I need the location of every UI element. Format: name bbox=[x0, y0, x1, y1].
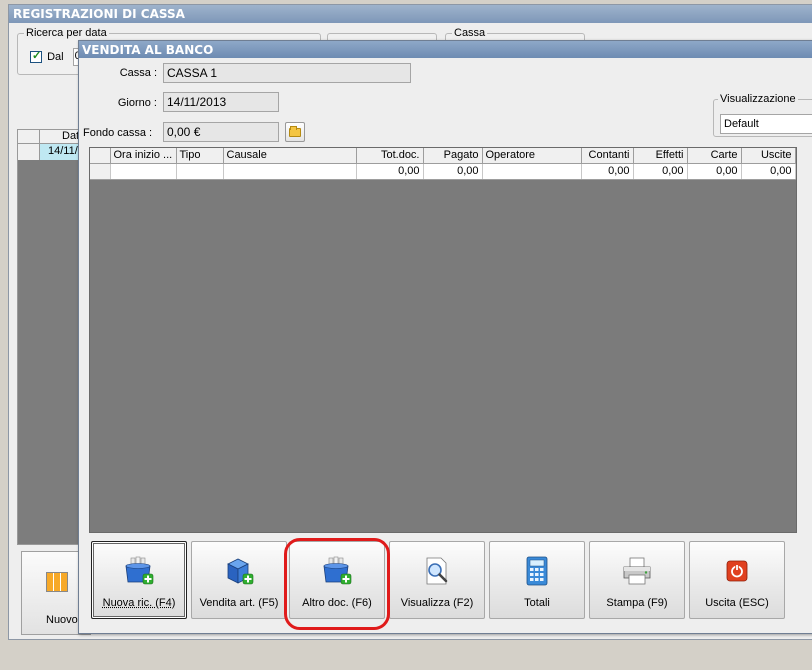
registrations-grid[interactable]: Ora inizio ... Tipo Causale Tot.doc. Pag… bbox=[89, 147, 797, 533]
table-cell[interactable]: 0,00 bbox=[581, 163, 634, 180]
visualizzazione-group: Visualizzazione Default bbox=[713, 93, 812, 137]
from-date-label: Dal bbox=[47, 50, 64, 63]
table-cell[interactable]: 0,00 bbox=[423, 163, 483, 180]
table-row[interactable]: 0,00 0,00 0,00 0,00 0,00 0,00 bbox=[90, 163, 796, 180]
vendita-window: VENDITA AL BANCO Cassa : CASSA 1 Giorno … bbox=[78, 40, 812, 634]
background-grid-header: Dat bbox=[62, 130, 80, 142]
cube-add-icon bbox=[227, 558, 254, 585]
table-cell[interactable]: 0,00 bbox=[356, 163, 424, 180]
column-header[interactable]: Pagato bbox=[423, 148, 483, 164]
table-cell[interactable] bbox=[176, 163, 224, 180]
column-header[interactable]: Effetti bbox=[633, 148, 688, 164]
power-exit-icon bbox=[726, 560, 748, 582]
column-header[interactable]: Contanti bbox=[581, 148, 634, 164]
table-cell[interactable]: 0,00 bbox=[687, 163, 742, 180]
column-header[interactable]: Tot.doc. bbox=[356, 148, 424, 164]
background-grid[interactable]: Dat 14/11/ bbox=[17, 129, 87, 545]
action-toolbar: Nuova ric. (F4) Vendita art. (F5) Altro … bbox=[89, 541, 809, 621]
magnifier-document-icon bbox=[426, 557, 448, 585]
date-search-label: Ricerca per data bbox=[24, 27, 109, 39]
column-header[interactable]: Tipo bbox=[176, 148, 224, 164]
background-window-title: REGISTRAZIONI DI CASSA bbox=[9, 5, 812, 23]
uscita-button[interactable]: Uscita (ESC) bbox=[689, 541, 785, 619]
column-header[interactable]: Uscite bbox=[741, 148, 796, 164]
table-cell[interactable]: 0,00 bbox=[741, 163, 796, 180]
printer-icon bbox=[623, 557, 651, 585]
grid-header-row: Ora inizio ... Tipo Causale Tot.doc. Pag… bbox=[90, 148, 796, 164]
totali-label: Totali bbox=[524, 597, 550, 609]
grid-icon bbox=[46, 572, 68, 592]
row-header-corner bbox=[90, 148, 111, 164]
fondo-cassa-field[interactable]: 0,00 € bbox=[163, 122, 279, 142]
column-header[interactable]: Ora inizio ... bbox=[110, 148, 177, 164]
column-header[interactable]: Causale bbox=[223, 148, 357, 164]
fondo-cassa-label: Fondo cassa : bbox=[83, 127, 153, 139]
visualizzazione-select[interactable]: Default bbox=[720, 114, 812, 134]
column-header[interactable]: Carte bbox=[687, 148, 742, 164]
nuova-ricevuta-label: Nuova ric. (F4) bbox=[102, 597, 176, 609]
table-row[interactable]: 14/11/ bbox=[18, 144, 86, 160]
stampa-label: Stampa (F9) bbox=[606, 597, 668, 609]
nuova-ricevuta-button[interactable]: Nuova ric. (F4) bbox=[91, 541, 187, 619]
table-cell[interactable] bbox=[482, 163, 582, 180]
totali-button[interactable]: Totali bbox=[489, 541, 585, 619]
altro-documento-button[interactable]: Altro doc. (F6) bbox=[289, 541, 385, 619]
visualizza-label: Visualizza (F2) bbox=[400, 597, 474, 609]
table-cell[interactable] bbox=[223, 163, 357, 180]
from-date-checkbox[interactable] bbox=[30, 49, 42, 63]
visualizza-button[interactable]: Visualizza (F2) bbox=[389, 541, 485, 619]
grid-table: Ora inizio ... Tipo Causale Tot.doc. Pag… bbox=[90, 148, 796, 180]
box-add-icon bbox=[125, 556, 154, 585]
box-add-icon bbox=[323, 556, 352, 585]
visualizzazione-label: Visualizzazione bbox=[718, 93, 798, 105]
giorno-label: Giorno : bbox=[117, 97, 157, 109]
column-header[interactable]: Operatore bbox=[482, 148, 582, 164]
cassa-label: Cassa : bbox=[119, 67, 157, 79]
giorno-field: 14/11/2013 bbox=[163, 92, 279, 112]
table-cell[interactable]: 0,00 bbox=[633, 163, 688, 180]
stampa-button[interactable]: Stampa (F9) bbox=[589, 541, 685, 619]
vendita-articolo-button[interactable]: Vendita art. (F5) bbox=[191, 541, 287, 619]
row-header[interactable] bbox=[90, 163, 111, 180]
altro-documento-label: Altro doc. (F6) bbox=[302, 597, 372, 609]
uscita-label: Uscita (ESC) bbox=[705, 597, 769, 609]
calculator-icon bbox=[526, 556, 548, 586]
cassa-field: CASSA 1 bbox=[163, 63, 411, 83]
folder-icon bbox=[289, 125, 301, 137]
fondo-cassa-folder-button[interactable] bbox=[285, 122, 305, 142]
table-cell[interactable] bbox=[110, 163, 177, 180]
window-title: VENDITA AL BANCO bbox=[79, 41, 812, 58]
cassa-group-label: Cassa bbox=[452, 27, 488, 39]
vendita-articolo-label: Vendita art. (F5) bbox=[199, 597, 279, 609]
